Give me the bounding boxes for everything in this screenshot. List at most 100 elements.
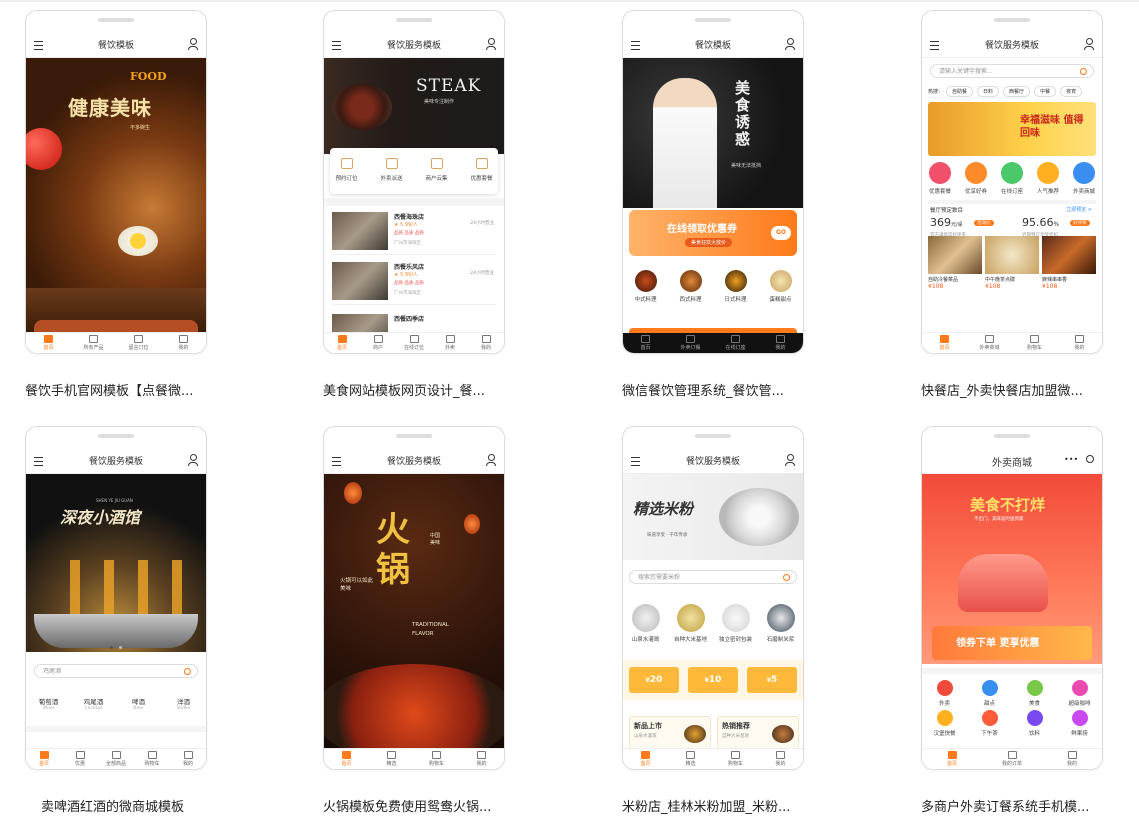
category-food[interactable]: 美食 bbox=[1017, 680, 1053, 707]
menu-icon[interactable] bbox=[332, 41, 341, 50]
promo-card[interactable]: 新品上市 山泉水灌溉 bbox=[629, 716, 711, 749]
tab-home[interactable]: 首页 bbox=[922, 749, 982, 769]
tab-featured[interactable]: 精选 bbox=[668, 749, 713, 769]
food-item[interactable]: 麻辣串串香 ¥108 bbox=[1042, 236, 1096, 316]
tab-merchant[interactable]: 商户 bbox=[360, 333, 396, 353]
feature-delivery[interactable]: 外卖派送 bbox=[374, 158, 410, 182]
tab-cart[interactable]: 购物车 bbox=[414, 749, 459, 769]
tab-cart[interactable]: 购物车 bbox=[713, 749, 758, 769]
hot-tag[interactable]: 中餐 bbox=[1034, 85, 1057, 97]
menu-icon[interactable] bbox=[332, 457, 341, 466]
user-icon[interactable] bbox=[486, 38, 496, 50]
store-row[interactable]: 西餐乐风店 ★ 5 99/人 品质 品质 品质 广州市海珠区 24小时营业 bbox=[332, 258, 496, 305]
user-icon[interactable] bbox=[785, 38, 795, 50]
tab-cart[interactable]: 购物车 bbox=[134, 749, 170, 769]
food-item[interactable]: 自助冷餐菜品 ¥108 bbox=[928, 236, 982, 316]
tab-mine[interactable]: 我的 bbox=[1042, 749, 1102, 769]
category-coffee[interactable]: 超级咖啡 bbox=[1062, 680, 1098, 707]
card-caption[interactable]: 餐饮手机官网模板【点餐微... bbox=[25, 380, 225, 399]
tab-mine[interactable]: 我的 bbox=[170, 749, 206, 769]
category-tea[interactable]: 下午茶 bbox=[972, 710, 1008, 737]
category-drink[interactable]: 饮料 bbox=[1017, 710, 1053, 737]
store-row[interactable]: 西餐海珠店 ★ 5 99/人 品质 品质 品质 广州市海珠区 24小时营业 bbox=[332, 208, 496, 255]
category-japanese[interactable]: 日式料理 bbox=[718, 270, 754, 303]
template-card-3[interactable]: 餐饮模板 美食诱惑 美味无法抵挡 在线领取优惠券 美食狂欢大放价 GO 中式料理… bbox=[622, 10, 804, 399]
tab-home[interactable]: 首页 bbox=[324, 749, 369, 769]
more-icon[interactable]: ••• bbox=[1064, 456, 1078, 464]
tab-home[interactable]: 首页 bbox=[26, 333, 71, 353]
feature-mill[interactable]: 石磨制米浆 bbox=[759, 604, 803, 643]
tab-mine[interactable]: 我的 bbox=[758, 333, 803, 353]
tab-message[interactable]: 留言订位 bbox=[116, 333, 161, 353]
category-chinese[interactable]: 中式料理 bbox=[628, 270, 664, 303]
card-caption[interactable]: 微信餐饮管理系统_餐饮管... bbox=[622, 380, 822, 399]
tab-products[interactable]: 所有产品 bbox=[71, 333, 116, 353]
category-takeout[interactable]: 外卖 bbox=[927, 680, 963, 707]
search-input[interactable]: 搜索您需要米粉 bbox=[629, 570, 797, 584]
feature-mall[interactable]: 外卖商城 bbox=[1066, 162, 1102, 195]
target-icon[interactable] bbox=[1086, 455, 1094, 463]
feature-spring[interactable]: 山泉水灌溉 bbox=[624, 604, 668, 643]
user-icon[interactable] bbox=[785, 454, 795, 466]
template-card-8[interactable]: 外卖商城 ••• 美食不打烊 不出门，美味准时送到家 领券下单 更享优惠 外卖 … bbox=[921, 426, 1103, 815]
category-burger[interactable]: 汉堡快餐 bbox=[927, 710, 963, 737]
stats-link[interactable]: 立即预定 > bbox=[1066, 206, 1092, 213]
menu-icon[interactable] bbox=[34, 41, 43, 50]
tab-home[interactable]: 首页 bbox=[623, 749, 668, 769]
user-icon[interactable] bbox=[1084, 38, 1094, 50]
feature-coupon[interactable]: 优享好券 bbox=[958, 162, 994, 195]
tab-reserve[interactable]: 在线订位 bbox=[396, 333, 432, 353]
card-caption[interactable]: 火锅模板免费使用鸳鸯火锅... bbox=[323, 796, 523, 815]
card-caption[interactable]: 快餐店_外卖快餐店加盟微... bbox=[921, 380, 1121, 399]
tab-mall[interactable]: 外卖商城 bbox=[967, 333, 1012, 353]
tab-home[interactable]: 首页 bbox=[922, 333, 967, 353]
template-card-7[interactable]: 餐饮服务模板 精选米粉 味道享受 · 千年传承 搜索您需要米粉 山泉水灌溉 自种… bbox=[622, 426, 804, 815]
hot-tag[interactable]: 夜宵 bbox=[1060, 85, 1083, 97]
hot-tag[interactable]: 西餐厅 bbox=[1003, 85, 1031, 97]
tab-all[interactable]: 全部商品 bbox=[98, 749, 134, 769]
tab-home[interactable]: 首页 bbox=[623, 333, 668, 353]
category-dessert[interactable]: 蛋糕甜点 bbox=[763, 270, 799, 303]
template-card-2[interactable]: 餐饮服务模板 STEAK 美味专注制作 预约订位 外卖派送 商户云集 优惠套餐 … bbox=[323, 10, 505, 399]
category-western[interactable]: 西式料理 bbox=[673, 270, 709, 303]
food-item[interactable]: 中午晚茶点碟 ¥108 bbox=[985, 236, 1039, 316]
tab-reserve[interactable]: 在线订座 bbox=[713, 333, 758, 353]
card-caption[interactable]: 卖啤酒红酒的微商城模板 bbox=[41, 796, 241, 815]
tab-mine[interactable]: 我的 bbox=[459, 749, 504, 769]
feature-combo[interactable]: 优惠套餐 bbox=[922, 162, 958, 195]
search-input[interactable]: 请输入关键字搜索... bbox=[930, 64, 1094, 78]
template-card-4[interactable]: 餐饮服务模板 请输入关键字搜索... 热搜： 自助餐 日料 西餐厅 中餐 夜宵 … bbox=[921, 10, 1103, 399]
card-caption[interactable]: 美食网站模板网页设计_餐... bbox=[323, 380, 523, 399]
drink-wine[interactable]: 葡萄酒 Wine bbox=[31, 696, 67, 711]
feature-base[interactable]: 自种大米基地 bbox=[669, 604, 713, 643]
tab-mine[interactable]: 我的 bbox=[161, 333, 206, 353]
coupon-1[interactable]: ¥20 bbox=[629, 667, 679, 693]
feature-reserve[interactable]: 预约订位 bbox=[329, 158, 365, 182]
category-fruit[interactable]: 鲜果捞 bbox=[1062, 710, 1098, 737]
template-card-5[interactable]: 餐饮服务模板 深夜小酒馆 SHEN YE JIU GUAN 鸡尾酒 葡萄酒 Win… bbox=[25, 426, 207, 815]
user-icon[interactable] bbox=[188, 38, 198, 50]
template-card-6[interactable]: 餐饮服务模板 火锅 中国美味 火锅可以如此美味 TRADITIONAL FLAV… bbox=[323, 426, 505, 815]
tab-discount[interactable]: 优惠 bbox=[62, 749, 98, 769]
template-card-1[interactable]: 餐饮模板 FOOD 健康美味 不多碗生 首页 所有产品 留言订位 我的 餐饮手机… bbox=[25, 10, 207, 399]
tab-takeout[interactable]: 外卖 bbox=[432, 333, 468, 353]
feature-package[interactable]: 独立密封包装 bbox=[714, 604, 758, 643]
tab-orders[interactable]: 我的订单 bbox=[982, 749, 1042, 769]
tab-mine[interactable]: 我的 bbox=[1057, 333, 1102, 353]
menu-icon[interactable] bbox=[631, 457, 640, 466]
store-row[interactable]: 西餐四季店 bbox=[332, 310, 496, 333]
tab-featured[interactable]: 精选 bbox=[369, 749, 414, 769]
coupon-2[interactable]: ¥10 bbox=[688, 667, 738, 693]
feature-packages[interactable]: 优惠套餐 bbox=[464, 158, 500, 182]
hot-tag[interactable]: 日料 bbox=[977, 85, 1000, 97]
drink-beer[interactable]: 啤酒 Beer bbox=[121, 696, 157, 711]
drink-vodka[interactable]: 洋酒 Vodka bbox=[166, 696, 202, 711]
card-caption[interactable]: 多商户外卖订餐系统手机模... bbox=[921, 796, 1121, 815]
tab-home[interactable]: 首页 bbox=[26, 749, 62, 769]
menu-icon[interactable] bbox=[930, 41, 939, 50]
drink-cocktail[interactable]: 鸡尾酒 Cocktail bbox=[76, 696, 112, 711]
feature-merchants[interactable]: 商户云集 bbox=[419, 158, 455, 182]
tab-takeout[interactable]: 外卖订餐 bbox=[668, 333, 713, 353]
tab-mine[interactable]: 我的 bbox=[468, 333, 504, 353]
go-button[interactable]: GO bbox=[771, 226, 791, 240]
